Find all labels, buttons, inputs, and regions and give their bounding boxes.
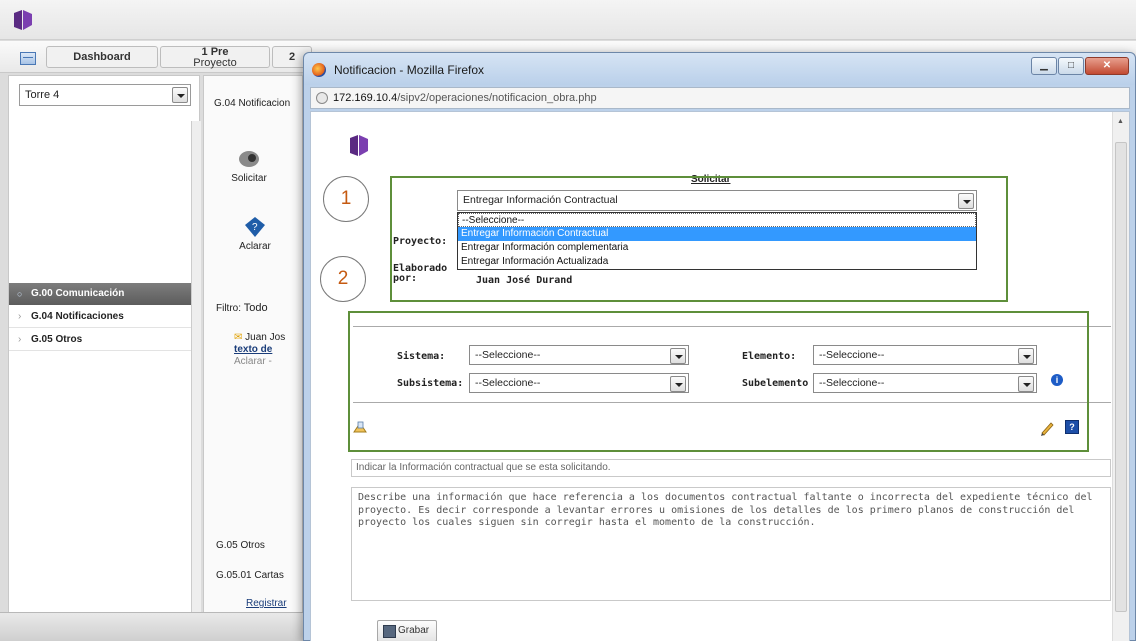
megaphone-icon: [239, 151, 259, 167]
status-bar: [0, 612, 330, 641]
project-select-value: Torre 4: [25, 89, 60, 101]
minimize-button[interactable]: ▁: [1031, 57, 1057, 75]
close-button[interactable]: ✕: [1085, 57, 1129, 75]
popup-titlebar[interactable]: Notificacion - Mozilla Firefox ▁ □ ✕: [304, 53, 1135, 85]
tipo-dropdown-list: --Seleccione-- Entregar Información Cont…: [457, 212, 977, 270]
chevron-down-icon[interactable]: [172, 87, 188, 103]
save-button[interactable]: Grabar: [377, 620, 437, 641]
chevron-down-icon[interactable]: [1018, 376, 1034, 392]
group-cartas[interactable]: G.05.01 Cartas: [216, 570, 284, 581]
help-book-icon: ?: [245, 217, 265, 237]
chevron-down-icon[interactable]: [670, 348, 686, 364]
popup-content: Solicitar Entregar Información Contractu…: [310, 111, 1130, 641]
form-title: Solicitar: [691, 174, 731, 185]
chevron-down-icon[interactable]: [1018, 348, 1034, 364]
solicitar-label: Solicitar: [231, 173, 267, 184]
subelemento-label: Subelemento: [742, 378, 809, 389]
brand-logo-icon: [14, 10, 32, 30]
registrar-link[interactable]: Registrar: [246, 598, 287, 609]
list-item-author: Juan Jos: [245, 332, 286, 343]
chevron-down-icon[interactable]: [958, 193, 974, 209]
elaborado-label-line2: por:: [393, 273, 418, 284]
elemento-select[interactable]: --Seleccione--: [813, 345, 1037, 365]
nav-section-header[interactable]: G.00 Comunicación: [9, 283, 199, 305]
help-icon[interactable]: ?: [1065, 420, 1079, 434]
subsistema-select[interactable]: --Seleccione--: [469, 373, 689, 393]
popup-title: Notificacion - Mozilla Firefox: [334, 63, 485, 77]
annotation-step-1: 1: [323, 176, 369, 222]
tipo-notificacion-select[interactable]: Entregar Información Contractual: [457, 190, 977, 211]
dropdown-option[interactable]: --Seleccione--: [458, 213, 976, 227]
url-bar[interactable]: 172.169.10.4/sipv2/operaciones/notificac…: [310, 87, 1130, 109]
subsistema-select-value: --Seleccione--: [475, 377, 541, 389]
subelemento-select-value: --Seleccione--: [819, 377, 885, 389]
sidebar-scrollbar[interactable]: [191, 121, 201, 621]
url-path: /sipv2/operaciones/notificacion_obra.php: [397, 92, 597, 104]
notification-list-panel: G.04 Notificacion Solicitar ? Aclarar Fi…: [203, 75, 303, 631]
svg-text:?: ?: [252, 222, 258, 233]
autor-value: Juan José Durand: [476, 275, 573, 286]
filter-text: Filtro:: [216, 303, 241, 314]
filter-value[interactable]: Todo: [244, 302, 268, 314]
aclarar-button[interactable]: ? Aclarar: [220, 216, 290, 252]
app-header: [0, 0, 1136, 40]
list-item-action[interactable]: Aclarar -: [234, 356, 272, 367]
dropdown-option[interactable]: Entregar Información complementaria: [458, 241, 976, 255]
sistema-select-value: --Seleccione--: [475, 349, 541, 361]
tab-dashboard[interactable]: Dashboard: [46, 46, 158, 68]
annotation-step-2: 2: [320, 256, 366, 302]
popup-window: Notificacion - Mozilla Firefox ▁ □ ✕ 172…: [303, 52, 1136, 641]
subsistema-label: Subsistema:: [397, 378, 464, 389]
sistema-select[interactable]: --Seleccione--: [469, 345, 689, 365]
message-icon: ✉: [234, 332, 243, 343]
sidebar-item-otros[interactable]: G.05 Otros: [9, 329, 199, 351]
elemento-select-value: --Seleccione--: [819, 349, 885, 361]
attach-document-icon[interactable]: [353, 420, 367, 434]
scroll-up-icon[interactable]: ▲: [1117, 118, 1124, 125]
firefox-icon: [312, 63, 326, 77]
filter-label: Filtro: Todo: [216, 302, 268, 314]
url-host: 172.169.10.4: [333, 92, 398, 104]
menu-icon[interactable]: [20, 52, 36, 65]
divider: [353, 402, 1111, 403]
popup-scrollbar[interactable]: ▲: [1112, 112, 1129, 641]
left-sidebar: Torre 4 G.00 Comunicación G.04 Notificac…: [8, 75, 201, 631]
project-select[interactable]: Torre 4: [19, 84, 191, 106]
tab-step-label-2: Proyecto: [193, 57, 237, 69]
chevron-down-icon[interactable]: [670, 376, 686, 392]
list-item[interactable]: ✉ Juan Jos texto de Aclarar -: [234, 332, 285, 368]
aclarar-label: Aclarar: [239, 241, 271, 252]
subelemento-select[interactable]: --Seleccione--: [813, 373, 1037, 393]
dropdown-option[interactable]: Entregar Información Actualizada: [458, 255, 976, 269]
elemento-label: Elemento:: [742, 351, 797, 362]
sidebar-item-notificaciones[interactable]: G.04 Notificaciones: [9, 306, 199, 328]
dropdown-option-selected[interactable]: Entregar Información Contractual: [458, 227, 976, 241]
hint-field[interactable]: Indicar la Información contractual que s…: [351, 459, 1111, 477]
scrollbar-thumb[interactable]: [1115, 142, 1127, 612]
sistema-label: Sistema:: [397, 351, 446, 362]
info-icon[interactable]: i: [1051, 374, 1063, 386]
elaborado-label: Elaborado por:: [393, 264, 447, 284]
description-textarea[interactable]: Describe una información que hace refere…: [351, 487, 1111, 601]
globe-icon: [316, 92, 328, 104]
solicitar-button[interactable]: Solicitar: [214, 148, 284, 184]
divider: [353, 326, 1111, 327]
tab-pre-proyecto[interactable]: 1 Pre Proyecto: [160, 46, 270, 69]
list-item-title[interactable]: texto de: [234, 344, 272, 355]
pencil-icon[interactable]: [1039, 420, 1055, 436]
tipo-select-value: Entregar Información Contractual: [463, 194, 618, 206]
brand-logo-icon: [350, 135, 368, 156]
maximize-button[interactable]: □: [1058, 57, 1084, 75]
section-title: G.04 Notificacion: [214, 98, 291, 109]
proyecto-label: Proyecto:: [393, 236, 448, 247]
group-otros[interactable]: G.05 Otros: [216, 540, 265, 551]
